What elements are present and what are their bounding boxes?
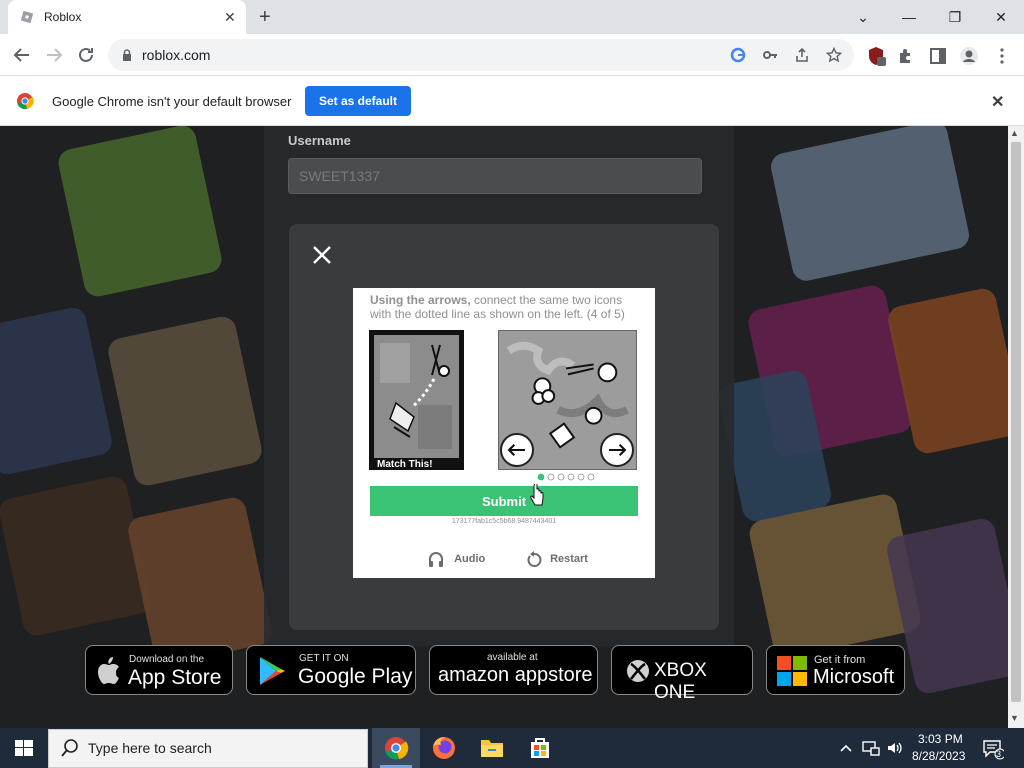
captcha-session-id: 173177fab1c5c5b68.9487443401 (451, 518, 557, 525)
arrow-right-button[interactable] (600, 433, 634, 467)
amazon-appstore-badge[interactable]: available at amazon appstore (429, 645, 598, 695)
instruction-emphasis: Using the arrows, (370, 293, 471, 307)
chevron-up-icon[interactable] (838, 740, 854, 756)
close-window-button[interactable]: ✕ (978, 4, 1024, 30)
app-store-big: App Store (128, 666, 222, 689)
infobar-close-icon[interactable]: ✕ (991, 92, 1004, 112)
infobar-message: Google Chrome isn't your default browser (52, 94, 292, 109)
restart-label: Restart (550, 553, 588, 565)
microsoft-store-badge[interactable]: Get it from Microsoft (766, 645, 905, 695)
google-play-small: GET IT ON (299, 653, 349, 664)
progress-dot (557, 473, 565, 481)
username-label: Username (288, 133, 351, 148)
google-play-badge[interactable]: GET IT ON Google Play (246, 645, 416, 695)
audio-button[interactable]: Audio (427, 550, 485, 570)
xbox-big: XBOX ONE (654, 660, 707, 703)
extensions-puzzle-icon[interactable] (896, 46, 916, 66)
close-icon[interactable] (309, 242, 335, 268)
key-icon[interactable] (762, 47, 778, 63)
new-tab-button[interactable]: + (259, 5, 271, 29)
minimize-button[interactable]: — (886, 4, 932, 30)
lock-icon[interactable] (120, 48, 134, 62)
progress-dot (587, 473, 595, 481)
notification-count: 3 (996, 749, 1002, 759)
address-bar[interactable]: roblox.com (108, 39, 854, 71)
chrome-taskbar-icon[interactable] (372, 728, 420, 768)
roblox-favicon-icon (20, 10, 34, 24)
google-play-icon (260, 657, 285, 685)
back-icon[interactable] (10, 43, 34, 67)
captcha-instruction: Using the arrows, connect the same two i… (370, 293, 640, 321)
app-store-badge[interactable]: Download on the App Store (85, 645, 233, 695)
progress-dot (547, 473, 555, 481)
xbox-icon (627, 660, 649, 682)
restart-icon (527, 551, 542, 567)
submit-button[interactable]: Submit (370, 486, 638, 516)
microsoft-small: Get it from (814, 654, 866, 666)
restart-button[interactable]: Restart (525, 550, 588, 570)
progress-dot (537, 473, 545, 481)
tab-search-icon[interactable]: ⌄ (840, 4, 886, 30)
reload-icon[interactable] (74, 43, 98, 67)
browser-toolbar: roblox.com 2 (0, 34, 1024, 101)
progress-dots (537, 473, 595, 481)
apple-icon (98, 657, 119, 684)
windows-start-icon[interactable] (0, 728, 48, 768)
tab-close-icon[interactable]: ✕ (224, 9, 236, 25)
amazon-big: amazon appstore (438, 664, 593, 686)
taskbar-search-placeholder: Type here to search (88, 740, 212, 756)
progress-dot (567, 473, 575, 481)
chrome-logo-icon (17, 93, 34, 110)
scroll-up-icon[interactable]: ▲ (1010, 128, 1019, 138)
url-text[interactable]: roblox.com (142, 47, 210, 63)
match-reference-image (374, 335, 459, 458)
microsoft-store-taskbar-icon[interactable] (516, 728, 564, 768)
progress-dot (577, 473, 585, 481)
tab-roblox[interactable]: Roblox ✕ (8, 0, 246, 34)
scroll-thumb[interactable] (1011, 142, 1021, 702)
arrow-left-button[interactable] (500, 433, 534, 467)
profile-avatar-icon[interactable] (959, 46, 979, 66)
microsoft-big: Microsoft (813, 666, 895, 688)
search-icon (61, 739, 78, 757)
match-label: Match This! (377, 459, 433, 470)
google-play-big: Google Play (298, 665, 413, 688)
share-icon[interactable] (794, 47, 810, 63)
title-bar: Roblox ✕ + ⌄ — ❐ ✕ (0, 0, 1024, 34)
clock-date[interactable]: 8/28/2023 (912, 749, 965, 763)
tab-title: Roblox (44, 10, 82, 24)
set-as-default-button[interactable]: Set as default (305, 86, 411, 116)
scroll-down-icon[interactable]: ▼ (1010, 713, 1019, 723)
app-store-small: Download on the (129, 654, 205, 665)
side-panel-icon[interactable] (928, 46, 948, 66)
amazon-small: available at (487, 652, 538, 663)
chrome-menu-icon[interactable] (992, 46, 1012, 66)
file-explorer-taskbar-icon[interactable] (468, 728, 516, 768)
ublock-extension-icon[interactable] (866, 46, 886, 66)
network-icon[interactable] (862, 740, 880, 756)
restore-button[interactable]: ❐ (932, 4, 978, 30)
volume-icon[interactable] (886, 740, 904, 756)
headphones-icon (429, 552, 443, 567)
bookmark-star-icon[interactable] (826, 47, 842, 63)
google-icon[interactable] (730, 47, 746, 63)
forward-icon[interactable] (42, 43, 66, 67)
default-browser-infobar: Google Chrome isn't your default browser… (0, 76, 1024, 126)
username-input[interactable] (288, 158, 702, 194)
clock-time[interactable]: 3:03 PM (918, 732, 963, 746)
microsoft-logo-icon (777, 656, 807, 686)
audio-label: Audio (454, 553, 486, 565)
firefox-taskbar-icon[interactable] (420, 728, 468, 768)
xbox-one-badge[interactable]: XBOX ONE (611, 645, 753, 703)
hand-cursor-icon (530, 484, 544, 506)
